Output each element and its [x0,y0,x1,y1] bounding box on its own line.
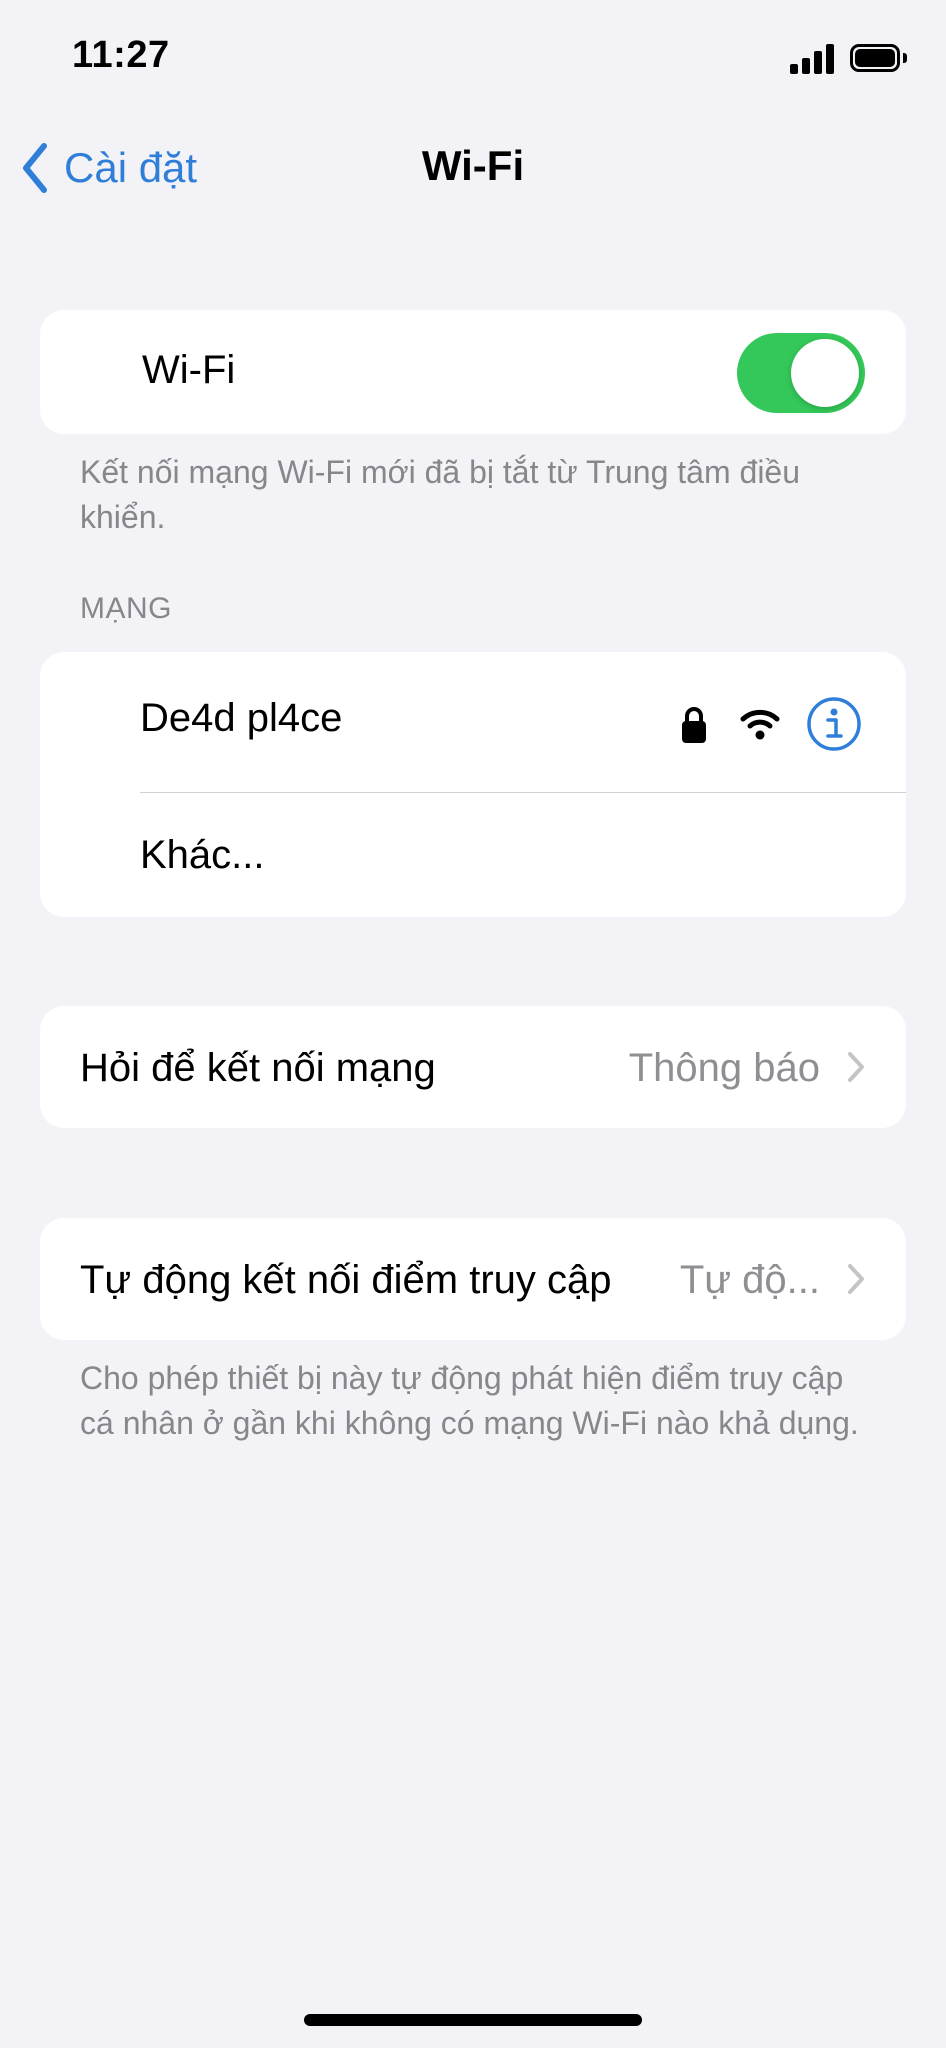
battery-icon [850,44,910,74]
home-indicator[interactable] [304,2014,642,2026]
cellular-signal-icon [790,44,834,74]
ask-to-join-row[interactable]: Hỏi để kết nối mạng Thông báo [40,1006,906,1128]
lock-icon [682,707,706,743]
auto-join-hotspot-note: Cho phép thiết bị này tự động phát hiện … [80,1360,859,1441]
wifi-signal-icon [740,709,780,740]
page-title: Wi-Fi [421,142,525,189]
wifi-label: Wi-Fi [142,348,236,392]
network-row-de4d-pl4ce[interactable]: De4d pl4ce [40,652,906,792]
ask-to-join-value: Thông báo [628,1046,820,1090]
other-network-label: Khác... [140,833,265,877]
auto-join-hotspot-value: Tự độ... [679,1258,820,1302]
chevron-right-icon [848,1264,864,1294]
status-time: 11:27 [72,34,170,76]
ask-to-join-label: Hỏi để kết nối mạng [80,1046,436,1090]
auto-join-hotspot-row[interactable]: Tự động kết nối điểm truy cập Tự độ... [40,1218,906,1340]
networks-section-header: MẠNG [80,592,172,625]
wifi-note: Kết nối mạng Wi-Fi mới đã bị tắt từ Trun… [80,454,801,535]
network-name: De4d pl4ce [140,696,343,740]
network-row-other[interactable]: Khác... [40,793,906,917]
toggle-knob [791,339,859,407]
wifi-toggle[interactable] [737,333,865,413]
info-icon[interactable] [806,696,862,752]
chevron-right-icon [848,1052,864,1082]
auto-join-hotspot-label: Tự động kết nối điểm truy cập [80,1258,612,1302]
